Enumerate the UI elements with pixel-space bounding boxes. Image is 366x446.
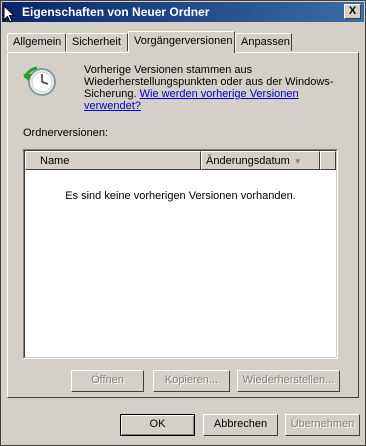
tab-allgemein[interactable]: Allgemein [7,33,66,51]
restore-button[interactable]: Wiederherstellen... [237,370,340,392]
versions-label: Ordnerversionen: [23,127,108,139]
history-clock-icon [23,66,56,96]
properties-dialog: Eigenschaften von Neuer Ordner X Allgeme… [0,0,366,446]
button-label: Abbrechen [213,418,268,430]
tab-label: Allgemein [13,36,62,48]
button-label: Kopieren... [164,374,219,386]
tab-vorgaengerversionen[interactable]: Vorgängerversionen [128,31,235,53]
column-header-name[interactable]: Name [25,151,201,170]
tab-label: Sicherheit [72,36,121,48]
list-frame: Name Änderungsdatum ▼ Es sind keine vorhe… [24,150,337,358]
tab-label: Anpassen [241,36,290,48]
tab-sicherheit[interactable]: Sicherheit [66,33,128,51]
column-label: Name [40,155,70,167]
column-header-date[interactable]: Änderungsdatum ▼ [201,151,320,170]
window-title: Eigenschaften von Neuer Ordner [22,5,210,19]
close-icon: X [348,5,357,17]
sort-arrow-icon: ▼ [293,157,302,166]
button-label: Öffnen [91,374,124,386]
empty-message: Es sind keine vorherigen Versionen vorha… [65,190,296,202]
column-header-filler [320,151,336,170]
tab-label: Vorgängerversionen [134,35,233,47]
button-label: OK [149,418,166,430]
cancel-button[interactable]: Abbrechen [203,414,278,436]
ok-button[interactable]: OK [120,414,195,436]
button-label: Wiederherstellen... [242,374,335,386]
close-button[interactable]: X [344,4,361,19]
list-header: Name Änderungsdatum ▼ [25,151,336,170]
versions-list[interactable]: Name Änderungsdatum ▼ Es sind keine vorhe… [23,149,338,359]
copy-button[interactable]: Kopieren... [153,370,230,392]
button-label: Übernehmen [290,418,355,430]
tab-anpassen[interactable]: Anpassen [235,33,292,51]
column-label: Änderungsdatum [206,155,290,167]
open-button[interactable]: Öffnen [71,370,144,392]
title-bar[interactable]: Eigenschaften von Neuer Ordner X [2,2,364,22]
mouse-cursor-icon [3,5,16,23]
description: Vorherige Versionen stammen aus Wiederhe… [84,64,334,112]
apply-button[interactable]: Übernehmen [285,414,360,436]
